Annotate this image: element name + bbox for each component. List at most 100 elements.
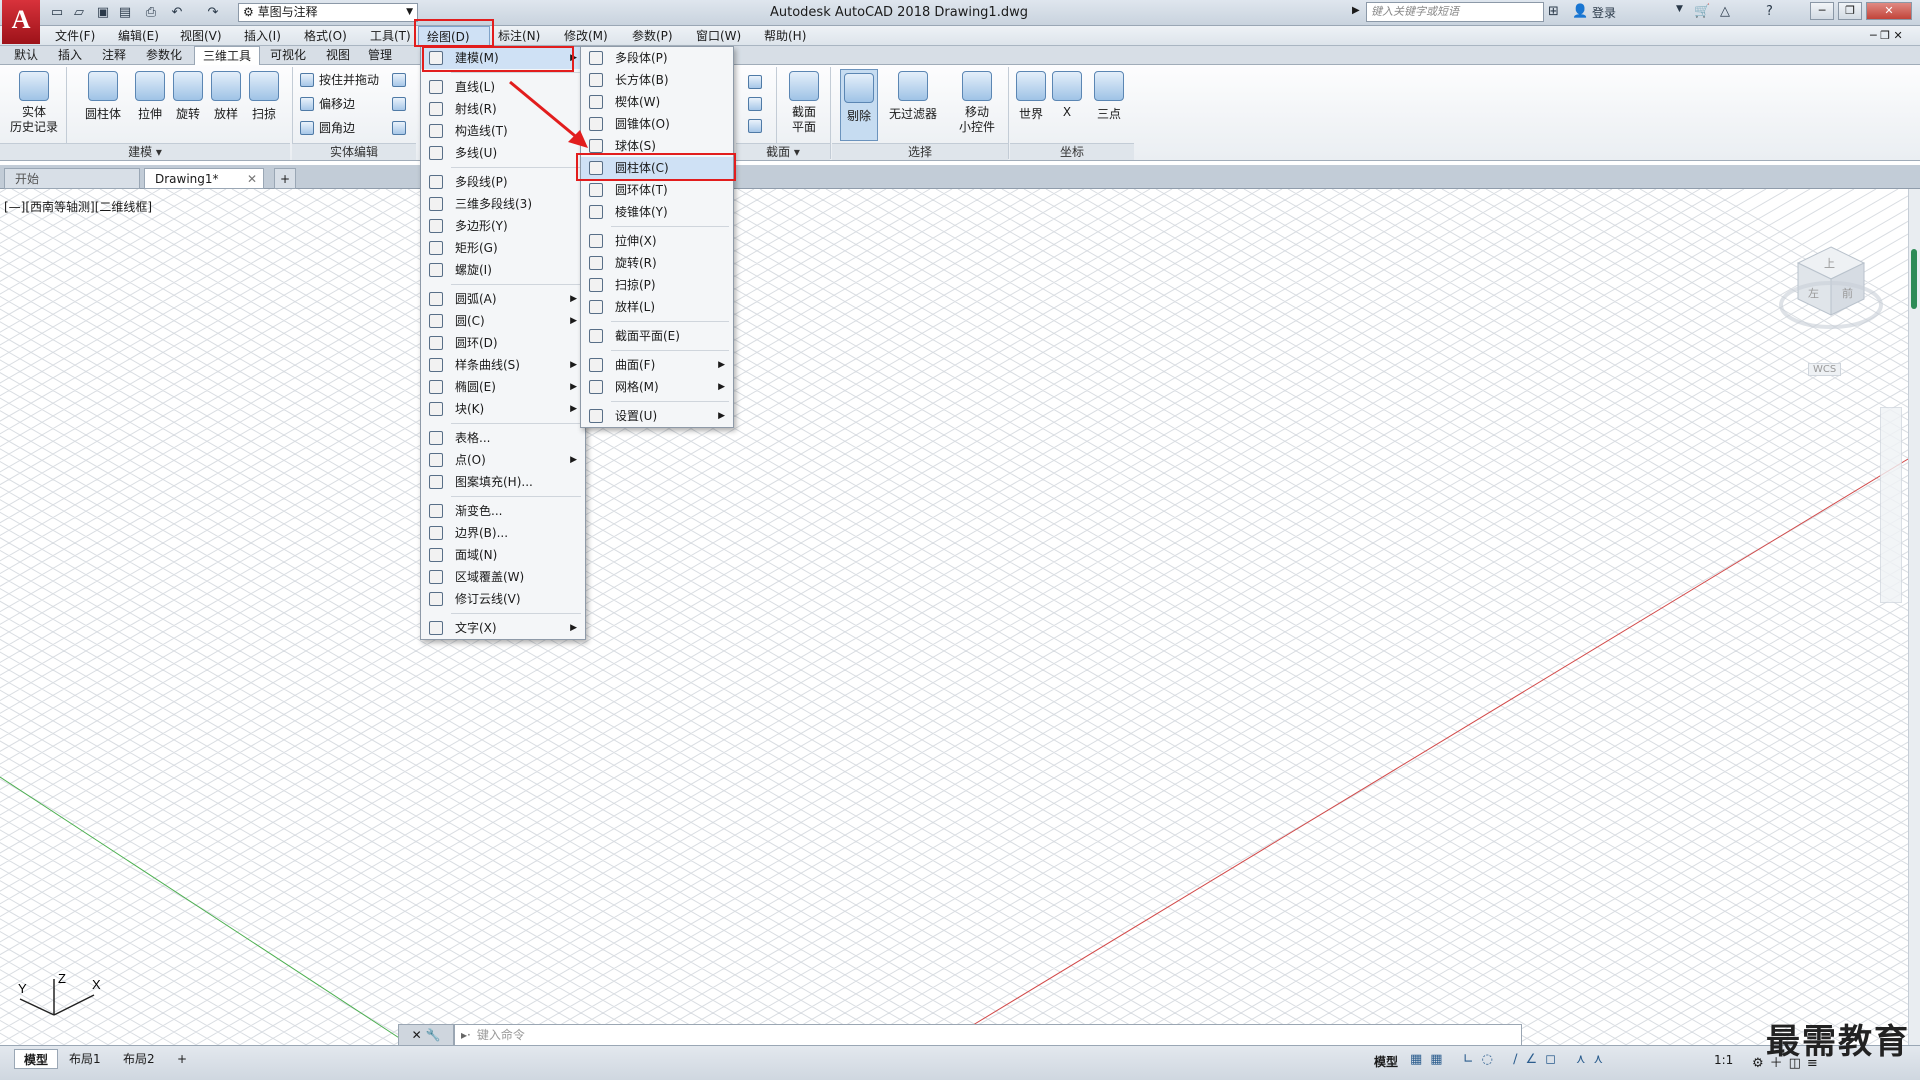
- tab-drawing1[interactable]: Drawing1* ✕: [144, 168, 264, 189]
- draw_menu-item[interactable]: 椭圆(E) ▶: [421, 376, 585, 398]
- minimize-icon[interactable]: ─: [1810, 2, 1834, 20]
- viewcube[interactable]: 上 左 前: [1776, 243, 1886, 343]
- user-icon[interactable]: 👤: [1572, 4, 1588, 19]
- tab-visualize[interactable]: 可视化: [262, 46, 314, 65]
- ucs-3point-button[interactable]: 三点: [1092, 71, 1126, 122]
- offset-edge-button[interactable]: 偏移边: [300, 95, 379, 113]
- model_submenu-item[interactable]: 截面平面(E): [581, 325, 733, 347]
- tab-view[interactable]: 视图: [318, 46, 358, 65]
- wcs-menu[interactable]: WCS: [1808, 363, 1842, 376]
- extrude-button[interactable]: 拉伸: [132, 71, 168, 122]
- menu-parametric[interactable]: 参数(P): [624, 26, 681, 46]
- menu-file[interactable]: 文件(F): [47, 26, 103, 46]
- viewcube-top[interactable]: 上: [1824, 255, 1835, 271]
- new-file-icon[interactable]: ▭: [48, 4, 66, 20]
- autodesk-a360-icon[interactable]: △: [1720, 4, 1730, 19]
- draw_menu-item[interactable]: 三维多段线(3): [421, 193, 585, 215]
- autocad-logo[interactable]: A: [2, 0, 40, 44]
- restore-icon[interactable]: ❐: [1838, 2, 1862, 20]
- login-button[interactable]: 登录: [1592, 4, 1616, 21]
- model_submenu-item[interactable]: 拉伸(X): [581, 230, 733, 252]
- no-filter-button[interactable]: 无过滤器: [886, 71, 940, 122]
- model_submenu-item[interactable]: 曲面(F) ▶: [581, 354, 733, 376]
- new-tab-button[interactable]: +: [274, 168, 296, 189]
- globe2-icon[interactable]: [748, 95, 762, 113]
- doc-window-controls[interactable]: ─ ❐ ✕: [1870, 29, 1903, 42]
- globe3-icon[interactable]: [748, 117, 762, 135]
- model_submenu-item[interactable]: 棱锥体(Y): [581, 201, 733, 223]
- draw_menu-item[interactable]: 区域覆盖(W): [421, 566, 585, 588]
- model_submenu-item[interactable]: 圆环体(T): [581, 179, 733, 201]
- tab-default[interactable]: 默认: [6, 46, 46, 65]
- ucs-x-button[interactable]: X: [1052, 71, 1082, 119]
- draw_menu-item[interactable]: 矩形(G): [421, 237, 585, 259]
- tab-manage[interactable]: 管理: [360, 46, 400, 65]
- binoculars-icon[interactable]: ⊞: [1548, 4, 1559, 19]
- wrench-icon[interactable]: 🔧: [425, 1028, 440, 1042]
- presspull-button[interactable]: 按住并拖动: [300, 71, 379, 89]
- model_submenu-item[interactable]: 网格(M) ▶: [581, 376, 733, 398]
- help-icon[interactable]: ?: [1766, 4, 1773, 19]
- save-as-icon[interactable]: ▤: [116, 4, 134, 20]
- viewport-label[interactable]: [—][西南等轴测][二维线框]: [4, 198, 152, 215]
- tab-start[interactable]: 开始: [4, 168, 140, 189]
- menu-help[interactable]: 帮助(H): [756, 26, 814, 46]
- tab-layout2[interactable]: 布局2: [114, 1049, 164, 1069]
- viewcube-left[interactable]: 左: [1808, 285, 1819, 301]
- shell-icon[interactable]: [392, 95, 406, 113]
- model_submenu-item[interactable]: 设置(U) ▶: [581, 405, 733, 427]
- draw_menu-item[interactable]: 文字(X) ▶: [421, 617, 585, 639]
- redo-icon[interactable]: ↷: [204, 4, 222, 20]
- cylinder-button[interactable]: 圆柱体: [80, 71, 126, 122]
- vertical-scrollbar[interactable]: [1908, 189, 1920, 1045]
- add-layout-button[interactable]: +: [168, 1049, 196, 1069]
- group-label-solid-edit[interactable]: 实体编辑: [292, 143, 416, 160]
- scrollbar-thumb[interactable]: [1911, 249, 1917, 309]
- tab-annotate[interactable]: 注释: [94, 46, 134, 65]
- close-icon[interactable]: ✕: [1866, 2, 1912, 20]
- menu-window[interactable]: 窗口(W): [688, 26, 749, 46]
- save-icon[interactable]: ▣: [94, 4, 112, 20]
- tab-insert[interactable]: 插入: [50, 46, 90, 65]
- draw_menu-item[interactable]: 表格...: [421, 427, 585, 449]
- tab-layout1[interactable]: 布局1: [60, 1049, 110, 1069]
- status-tools[interactable]: ▦▦ ∟◌ ∕∠◻ ⋏⋏: [1410, 1052, 1611, 1067]
- fillet-edge-button[interactable]: 圆角边: [300, 119, 379, 137]
- model_submenu-item[interactable]: 圆锥体(O): [581, 113, 733, 135]
- draw_menu-item[interactable]: 圆环(D): [421, 332, 585, 354]
- draw_menu-item[interactable]: 块(K) ▶: [421, 398, 585, 420]
- menu-tools[interactable]: 工具(T): [362, 26, 419, 46]
- draw_menu-item[interactable]: 多边形(Y): [421, 215, 585, 237]
- separate-icon[interactable]: [392, 71, 406, 89]
- ucs-world-button[interactable]: 世界: [1014, 71, 1048, 122]
- model_submenu-item[interactable]: 旋转(R): [581, 252, 733, 274]
- draw_menu-item[interactable]: 螺旋(I): [421, 259, 585, 281]
- cull-button[interactable]: 剔除: [840, 69, 878, 141]
- draw_menu-item[interactable]: 图案填充(H)...: [421, 471, 585, 493]
- tab-parametric[interactable]: 参数化: [138, 46, 190, 65]
- command-input[interactable]: ▸· 键入命令: [454, 1024, 1522, 1046]
- model-space-toggle[interactable]: 模型: [1374, 1053, 1398, 1070]
- search-expand-icon[interactable]: ▶: [1352, 5, 1360, 16]
- tab-3d-tools[interactable]: 三维工具: [194, 46, 261, 66]
- draw_menu-item[interactable]: 边界(B)...: [421, 522, 585, 544]
- search-input[interactable]: 键入关键字或短语: [1366, 2, 1544, 22]
- close-icon[interactable]: ✕: [247, 169, 257, 190]
- solid-history-button[interactable]: 实体 历史记录: [8, 71, 60, 135]
- sweep-button[interactable]: 扫掠: [246, 71, 282, 122]
- model_submenu-item[interactable]: 多段体(P): [581, 47, 733, 69]
- intersect-icon[interactable]: [392, 119, 406, 137]
- group-label-section[interactable]: 截面 ▾: [736, 143, 830, 160]
- move-gizmo-button[interactable]: 移动 小控件: [950, 71, 1004, 135]
- workspace-select[interactable]: ⚙ 草图与注释 ▼: [238, 3, 418, 22]
- navigation-bar[interactable]: [1880, 407, 1902, 603]
- menu-view[interactable]: 视图(V): [172, 26, 230, 46]
- viewcube-front[interactable]: 前: [1842, 285, 1853, 301]
- revolve-button[interactable]: 旋转: [170, 71, 206, 122]
- cart-icon[interactable]: 🛒: [1694, 4, 1710, 19]
- menu-edit[interactable]: 编辑(E): [110, 26, 167, 46]
- draw_menu-item[interactable]: 圆(C) ▶: [421, 310, 585, 332]
- draw_menu-item[interactable]: 多段线(P): [421, 171, 585, 193]
- menu-modify[interactable]: 修改(M): [556, 26, 616, 46]
- model_submenu-item[interactable]: 楔体(W): [581, 91, 733, 113]
